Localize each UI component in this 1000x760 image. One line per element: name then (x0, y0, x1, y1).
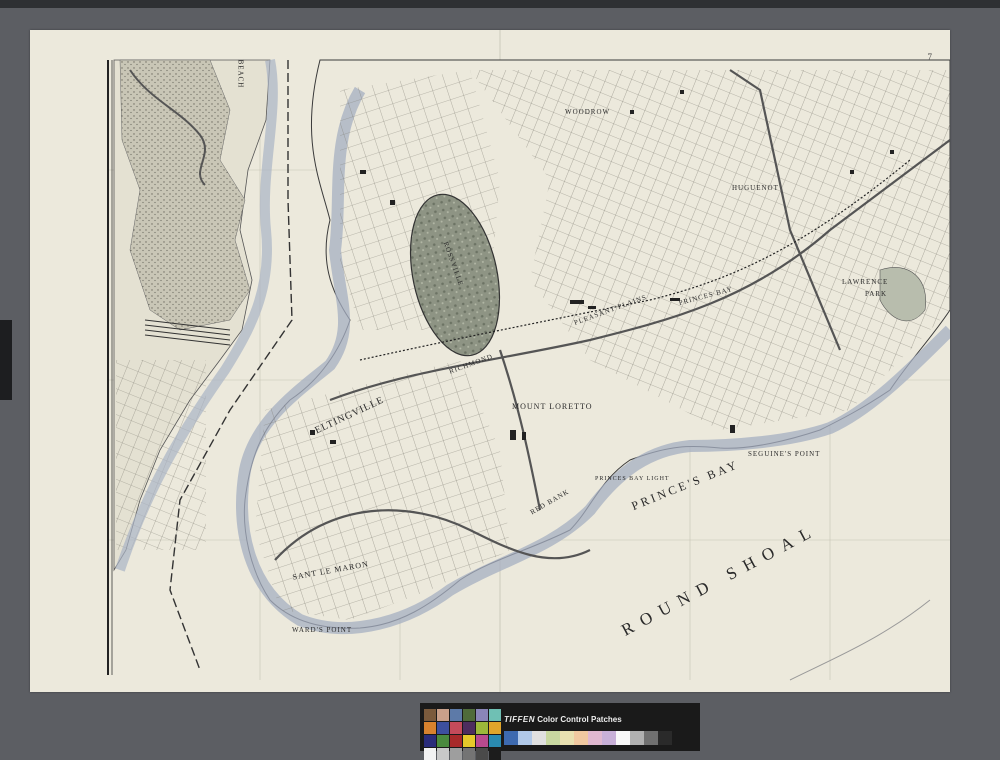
scale-patch (532, 731, 546, 745)
scale-patch (630, 731, 644, 745)
color-swatch (424, 748, 436, 760)
color-swatch (437, 722, 449, 734)
scale-patch (574, 731, 588, 745)
scale-patch (518, 731, 532, 745)
color-swatch (463, 722, 475, 734)
color-swatch (450, 709, 462, 721)
label-wards-point: WARD'S POINT (292, 626, 353, 634)
tiffen-brand: TIFFEN (504, 715, 535, 724)
color-swatch (437, 709, 449, 721)
label-lawrence: LAWRENCE (842, 278, 889, 286)
color-swatch (489, 709, 501, 721)
color-swatch (463, 709, 475, 721)
scale-patch (588, 731, 602, 745)
color-swatch (450, 722, 462, 734)
scale-patch (546, 731, 560, 745)
gray-scale-strip (504, 731, 672, 745)
color-swatch (450, 748, 462, 760)
scale-patch (644, 731, 658, 745)
target-caption: Color Control Patches (537, 715, 622, 724)
map-sheet: 7 BEACH WOODROW HUGUENOT ROSSVILLE ELTIN… (30, 30, 950, 692)
color-swatch (489, 722, 501, 734)
color-swatch (476, 722, 488, 734)
label-princes-bay-light: PRINCES BAY LIGHT (595, 476, 670, 482)
scale-patch (616, 731, 630, 745)
color-swatch (437, 748, 449, 760)
label-seguines-point: SEGUINE'S POINT (748, 450, 821, 458)
color-swatch (476, 709, 488, 721)
color-swatch (463, 735, 475, 747)
color-swatch (424, 735, 436, 747)
color-control-target: TIFFEN Color Control Patches (420, 703, 700, 760)
color-swatch-grid (424, 709, 501, 760)
color-swatch (424, 722, 436, 734)
scale-patch (602, 731, 616, 745)
top-frame (0, 0, 1000, 8)
sheet-number: 7 (927, 52, 933, 62)
color-swatch (424, 709, 436, 721)
scanner-edge (0, 320, 12, 400)
color-swatch (476, 735, 488, 747)
label-mount-loretto: MOUNT LORETTO (512, 402, 593, 411)
label-woodrow: WOODROW (565, 108, 611, 116)
label-park: PARK (865, 290, 888, 298)
scale-patch (658, 731, 672, 745)
color-swatch (489, 748, 501, 760)
label-beach: BEACH (236, 59, 245, 89)
target-title: TIFFEN Color Control Patches (504, 715, 622, 724)
scale-patch (560, 731, 574, 745)
color-swatch (450, 735, 462, 747)
scale-patch (504, 731, 518, 745)
color-swatch (437, 735, 449, 747)
color-swatch (476, 748, 488, 760)
label-huguenot: HUGUENOT (732, 184, 779, 192)
color-swatch (489, 735, 501, 747)
color-swatch (463, 748, 475, 760)
